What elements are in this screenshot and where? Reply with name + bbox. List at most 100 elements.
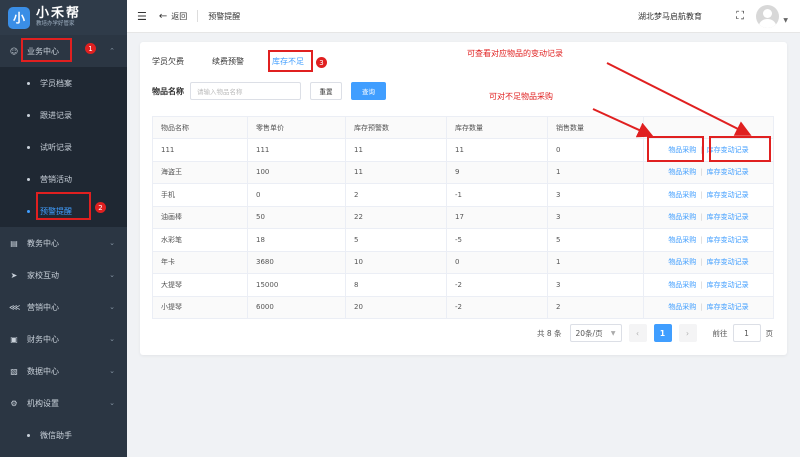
annotation-purchase: 可对不足物品采购 (489, 92, 553, 101)
table-row: 海盗王 100 11 9 1 物品采购 | 库存变动记录 (152, 160, 774, 184)
stock-record-link[interactable]: 库存变动记录 (707, 303, 749, 311)
highlight-box (268, 50, 313, 72)
finance-icon: ▣ (10, 334, 18, 344)
item-name-input[interactable]: 请输入物品名称 (190, 82, 301, 100)
next-page-button[interactable]: › (678, 324, 697, 342)
table-cell: 水彩笔 (152, 228, 248, 252)
back-label: 返回 (171, 11, 188, 21)
table-ops-cell: 物品采购 | 库存变动记录 (643, 273, 774, 297)
prev-page-button[interactable]: ‹ (628, 324, 647, 342)
chevron-down-icon: ⌄ (109, 335, 115, 343)
chevron-down-icon: ⌄ (109, 239, 115, 247)
divider: | (700, 303, 703, 312)
sidebar-item-settings[interactable]: ⚙ 机构设置 ⌄ (0, 387, 127, 419)
sidebar-item-academic[interactable]: ▤ 教务中心 ⌄ (0, 227, 127, 259)
table-ops-cell: 物品采购 | 库存变动记录 (643, 160, 774, 184)
table-cell: 6000 (247, 295, 346, 319)
table-cell: 20 (345, 295, 447, 319)
page-suffix: 页 (765, 328, 774, 338)
stock-record-link[interactable]: 库存变动记录 (707, 236, 749, 244)
step-marker: 2 (95, 202, 106, 213)
sidebar-item-finance[interactable]: ▣ 财务中心 ⌄ (0, 323, 127, 355)
sidebar-sub-trial[interactable]: 试听记录 (0, 131, 127, 163)
sidebar-item-wechat[interactable]: 微信助手 (0, 419, 127, 451)
column-header: 物品名称 (152, 116, 248, 139)
purchase-link[interactable]: 物品采购 (668, 281, 696, 289)
table-row: 年卡 3680 10 0 1 物品采购 | 库存变动记录 (152, 250, 774, 274)
caret-down-icon[interactable]: ▼ (783, 17, 788, 24)
sidebar-sub-student-files[interactable]: 学员档案 (0, 67, 127, 99)
sidebar-sub-marketing[interactable]: 营销活动 (0, 163, 127, 195)
table-cell: 1 (547, 160, 644, 184)
table-cell: 小提琴 (152, 295, 248, 319)
fullscreen-icon[interactable]: ⛶ (736, 9, 744, 23)
tab-renewal[interactable]: 续费预警 (212, 52, 244, 71)
table-cell: 22 (345, 205, 447, 229)
total-count: 共 8 条 (536, 328, 562, 338)
sidebar-item-label: 教务中心 (27, 238, 59, 248)
stock-record-link[interactable]: 库存变动记录 (707, 213, 749, 221)
divider (197, 10, 199, 22)
sidebar-sub-followup[interactable]: 跟进记录 (0, 99, 127, 131)
query-button[interactable]: 查询 (351, 82, 386, 100)
table-cell: 1 (547, 250, 644, 274)
table-cell: 100 (247, 160, 346, 184)
main-card: 学员欠费 续费预警 库存不足 3 物品名称 请输入物品名称 重置 查询 物品名称… (140, 42, 787, 355)
pagination: 共 8 条 20条/页 ▼ ‹ 1 › 前往 1 页 (537, 324, 773, 342)
avatar[interactable] (756, 5, 779, 28)
sidebar: 小 小禾帮 教培办学好管家 ☺ 业务中心 ⌃ 学员档案 跟进记录 试听记录 营销… (0, 0, 127, 457)
sidebar-item-marketing[interactable]: ⋘ 营销中心 ⌄ (0, 291, 127, 323)
table-cell: -5 (446, 228, 548, 252)
purchase-link[interactable]: 物品采购 (668, 191, 696, 199)
goto-label: 前往 (712, 328, 728, 338)
stock-record-link[interactable]: 库存变动记录 (707, 191, 749, 199)
purchase-link[interactable]: 物品采购 (668, 258, 696, 266)
back-button[interactable]: ← 返回 (159, 11, 187, 22)
sidebar-item-label: 机构设置 (27, 398, 59, 408)
bullet-icon (27, 145, 30, 149)
column-header: 库存预警数 (345, 116, 447, 139)
org-name: 湖北梦马启航教育 (638, 11, 702, 21)
table-cell: 2 (547, 295, 644, 319)
table-cell: 年卡 (152, 250, 248, 274)
table-cell: 5 (345, 228, 447, 252)
stock-record-link[interactable]: 库存变动记录 (707, 258, 749, 266)
share-icon: ⋘ (9, 302, 21, 312)
highlight-box (647, 136, 704, 162)
sidebar-item-data[interactable]: ▧ 数据中心 ⌄ (0, 355, 127, 387)
sidebar-sub-label: 微信助手 (40, 430, 72, 440)
bullet-icon (27, 81, 30, 85)
purchase-link[interactable]: 物品采购 (668, 236, 696, 244)
purchase-link[interactable]: 物品采购 (668, 303, 696, 311)
bullet-icon (27, 209, 30, 213)
send-icon: ➤ (10, 270, 18, 280)
menu-toggle-icon[interactable]: ☰ (137, 10, 147, 23)
stock-record-link[interactable]: 库存变动记录 (707, 168, 749, 176)
step-marker: 1 (85, 43, 96, 54)
table-cell: -2 (446, 273, 548, 297)
table-cell: 海盗王 (152, 160, 248, 184)
bullet-icon (27, 177, 30, 181)
top-header: ☰ ← 返回 预警提醒 湖北梦马启航教育 ⛶ ▼ (127, 0, 800, 33)
book-icon: ▤ (10, 238, 18, 248)
table-cell: 0 (446, 250, 548, 274)
reset-button[interactable]: 重置 (310, 82, 342, 100)
page-number[interactable]: 1 (653, 324, 672, 342)
table-ops-cell: 物品采购 | 库存变动记录 (643, 228, 774, 252)
stock-record-link[interactable]: 库存变动记录 (707, 281, 749, 289)
purchase-link[interactable]: 物品采购 (668, 213, 696, 221)
table-row: 手机 0 2 -1 3 物品采购 | 库存变动记录 (152, 183, 774, 207)
tab-arrears[interactable]: 学员欠费 (152, 52, 184, 71)
table-cell: 17 (446, 205, 548, 229)
chevron-down-icon: ⌄ (109, 367, 115, 375)
page-size-select[interactable]: 20条/页 ▼ (569, 324, 622, 342)
arrow-left-icon: ← (158, 10, 168, 22)
table-row: 小提琴 6000 20 -2 2 物品采购 | 库存变动记录 (152, 295, 774, 319)
sidebar-item-home-school[interactable]: ➤ 家校互动 ⌄ (0, 259, 127, 291)
chevron-down-icon: ▼ (610, 329, 616, 337)
goto-page-input[interactable]: 1 (732, 324, 761, 342)
chevron-down-icon: ⌄ (109, 271, 115, 279)
purchase-link[interactable]: 物品采购 (668, 168, 696, 176)
table-cell: 手机 (152, 183, 248, 207)
annotation-record: 可查看对应物品的变动记录 (467, 49, 563, 58)
